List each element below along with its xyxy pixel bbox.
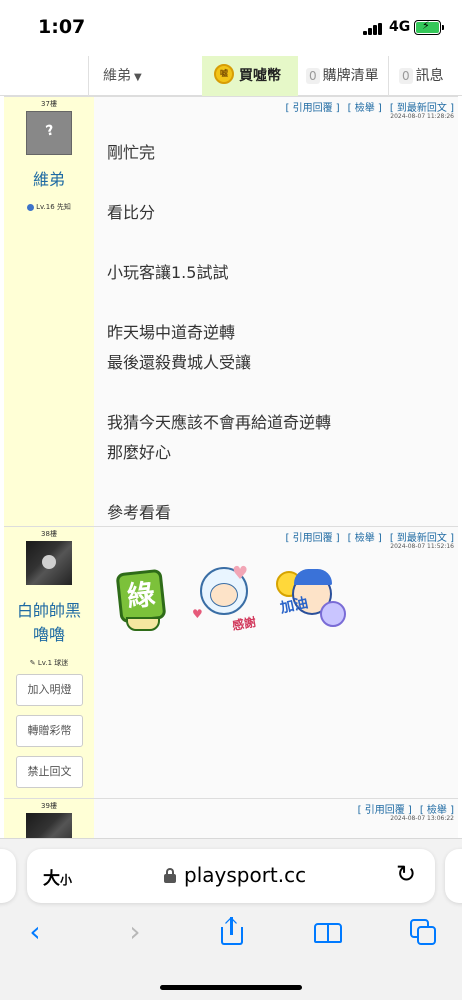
post-text-line: 昨天場中道奇逆轉 (107, 323, 236, 342)
username-line[interactable]: 白帥帥黑 (4, 599, 94, 623)
post-text-line: 小玩客讓1.5試試 (107, 263, 229, 282)
quote-reply-link[interactable]: [ 引用回覆 ] (285, 103, 339, 114)
post-sidebar: 37樓 ? 維弟 Lv.16 先知 (4, 97, 94, 526)
avatar[interactable] (26, 541, 72, 585)
url-text[interactable]: playsport.cc (184, 863, 306, 887)
block-reply-button[interactable]: 禁止回文 (16, 756, 83, 788)
post-38: 38樓 白帥帥黑 嚕嚕 ✎ Lv.1 球迷 加入明燈 轉贈彩幣 禁止回文 [ 引… (4, 526, 458, 798)
caret-down-icon: ▼ (134, 72, 142, 83)
thanks-sticker: ♥ ♥ 感謝 (192, 563, 266, 635)
forward-icon[interactable]: › (124, 917, 146, 947)
signal-icon (363, 23, 383, 35)
floor-number: 37樓 (41, 100, 57, 108)
heart-icon: ♥ (192, 607, 203, 621)
lock-icon (164, 868, 176, 883)
user-level-text: Lv.16 先知 (36, 203, 71, 211)
floor-number: 38樓 (41, 530, 57, 538)
post-text-line: 看比分 (107, 203, 156, 222)
status-bar: 1:07 4G ⚡ (0, 0, 462, 56)
address-bar[interactable]: 大小 playsport.cc ↻ (27, 849, 435, 903)
green-sticker: 綠 (115, 567, 172, 635)
gift-coins-button[interactable]: 轉贈彩幣 (16, 715, 83, 747)
buy-coins-label: 買噓幣 (239, 68, 281, 84)
next-tab-peek[interactable] (445, 849, 462, 903)
post-text-line: 參考看看 (107, 503, 172, 522)
back-icon[interactable]: ‹ (24, 917, 46, 947)
post-timestamp: 2024-08-07 11:28:26 (390, 113, 454, 120)
post-timestamp: 2024-08-07 11:52:16 (390, 543, 454, 550)
username-line[interactable]: 嚕嚕 (4, 623, 94, 647)
previous-tab-peek[interactable] (0, 849, 16, 903)
bookmarks-icon[interactable] (313, 917, 345, 947)
post-text-line: 我猜今天應該不會再給道奇逆轉 (107, 413, 332, 432)
post-39: 39樓 [ 引用回覆 ][ 檢舉 ] 2024-08-07 13:06:22 (4, 798, 458, 838)
post-text-line: 剛忙完 (107, 143, 156, 162)
post-actions: [ 引用回覆 ][ 檢舉 ] (350, 801, 454, 816)
post-37: 37樓 ? 維弟 Lv.16 先知 [ 引用回覆 ][ 檢舉 ][ 到最新回文 … (4, 96, 458, 526)
status-time: 1:07 (38, 16, 86, 38)
cart-link[interactable]: 0 購牌清單 (298, 56, 388, 96)
cart-count: 0 (306, 68, 320, 84)
sticker-feet (126, 617, 160, 631)
floor-number: 39樓 (41, 802, 57, 810)
message-count: 0 (399, 68, 413, 84)
site-nav: 維弟 ▼ 噓買噓幣 0 購牌清單 0 訊息 (0, 56, 462, 96)
user-menu-label: 維弟 (103, 68, 131, 84)
post-sidebar: 39樓 (4, 799, 94, 838)
buy-coins-button[interactable]: 噓買噓幣 (202, 56, 298, 96)
home-indicator[interactable] (160, 985, 302, 990)
battery-icon: ⚡ (414, 19, 441, 35)
user-level: ✎ Lv.1 球迷 (29, 659, 69, 667)
thanks-sticker-label: 感謝 (231, 615, 258, 633)
avatar[interactable] (26, 813, 72, 838)
reload-icon[interactable]: ↻ (396, 860, 416, 888)
avatar-figure (42, 555, 56, 569)
post-timestamp: 2024-08-07 13:06:22 (390, 815, 454, 822)
quote-reply-link[interactable]: [ 引用回覆 ] (285, 533, 339, 544)
text-size-small: 小 (60, 873, 73, 887)
post-sidebar: 38樓 白帥帥黑 嚕嚕 ✎ Lv.1 球迷 加入明燈 轉贈彩幣 禁止回文 (4, 527, 94, 798)
post-actions: [ 引用回覆 ][ 檢舉 ][ 到最新回文 ] (277, 99, 454, 114)
messages-label: 訊息 (415, 68, 444, 84)
post-body: [ 引用回覆 ][ 檢舉 ][ 到最新回文 ] 2024-08-07 11:52… (94, 527, 458, 798)
pompom-icon (320, 601, 346, 627)
messages-link[interactable]: 0 訊息 (388, 56, 462, 96)
report-link[interactable]: [ 檢舉 ] (348, 533, 382, 544)
coin-icon: 噓 (214, 64, 234, 84)
sticker-face (210, 583, 238, 607)
post-body: [ 引用回覆 ][ 檢舉 ] 2024-08-07 13:06:22 (94, 799, 458, 838)
add-lamp-button[interactable]: 加入明燈 (16, 674, 83, 706)
avatar[interactable]: ? (26, 111, 72, 155)
text-size-large: 大 (43, 869, 60, 889)
post-text-line: 那麼好心 (107, 443, 172, 462)
report-link[interactable]: [ 檢舉 ] (348, 103, 382, 114)
tabs-icon[interactable] (410, 917, 440, 947)
text-size-button[interactable]: 大小 (43, 864, 72, 889)
share-icon[interactable] (218, 917, 246, 947)
cheer-sticker: 加油 (276, 567, 350, 635)
browser-toolbar: 大小 playsport.cc ↻ ‹ › (0, 838, 462, 1000)
level-badge-icon (27, 203, 35, 211)
post-text-line: 最後還殺費城人受讓 (107, 353, 252, 372)
user-menu[interactable]: 維弟 ▼ (88, 56, 202, 96)
post-actions: [ 引用回覆 ][ 檢舉 ][ 到最新回文 ] (277, 529, 454, 544)
user-level: Lv.16 先知 (4, 202, 94, 212)
cap-icon (294, 569, 332, 585)
green-sticker-label: 綠 (115, 568, 167, 624)
network-type: 4G (389, 19, 411, 35)
cart-label: 購牌清單 (322, 68, 379, 84)
post-body: [ 引用回覆 ][ 檢舉 ][ 到最新回文 ] 2024-08-07 11:28… (94, 97, 458, 526)
battery-nub (442, 25, 444, 30)
question-mark-icon: ? (44, 122, 56, 140)
heart-icon: ♥ (232, 563, 249, 584)
username[interactable]: 維弟 (4, 168, 94, 192)
